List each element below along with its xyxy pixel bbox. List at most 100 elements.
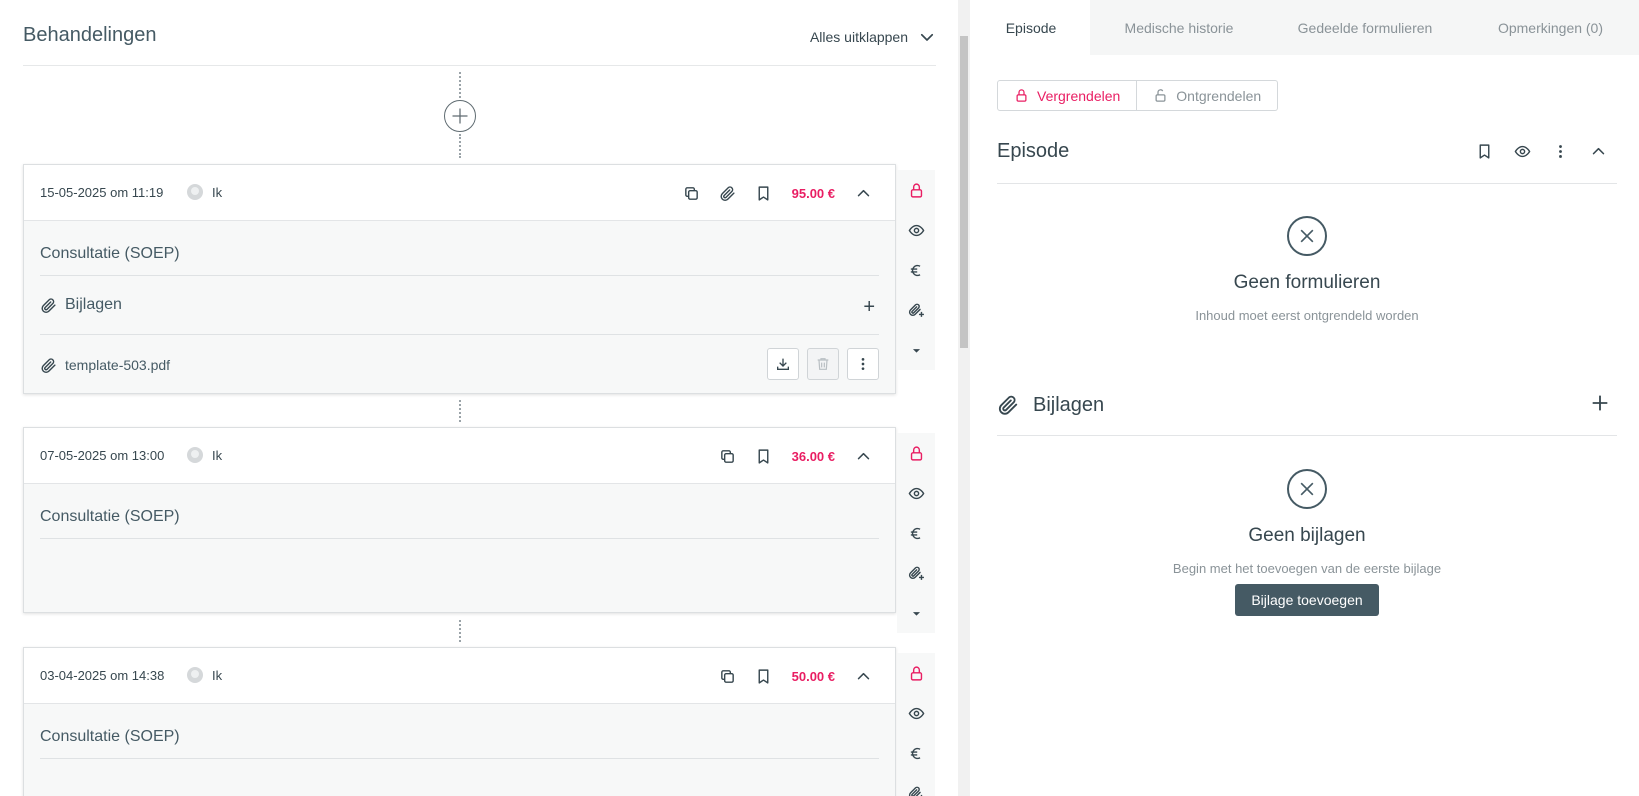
billing-button[interactable] — [897, 250, 935, 290]
treatment-date: 03-04-2025 om 14:38 — [40, 668, 165, 683]
treatment-user: Ik — [212, 185, 223, 200]
view-button[interactable] — [897, 210, 935, 250]
treatment-toolbar: 36.00 € — [710, 428, 881, 484]
timeline-connector — [459, 400, 461, 422]
eye-icon — [1514, 143, 1531, 160]
bookmark-button[interactable] — [1465, 134, 1503, 168]
form-title[interactable]: Consultatie (SOEP) — [40, 704, 879, 758]
attachments-row: Bijlagen + — [40, 276, 879, 334]
delete-button[interactable] — [807, 348, 839, 380]
dropdown-button[interactable] — [897, 330, 935, 370]
close-circle-icon — [1287, 216, 1327, 256]
download-icon — [775, 356, 791, 372]
attachment-filename[interactable]: template-503.pdf — [65, 357, 170, 373]
copy-button[interactable] — [710, 658, 746, 694]
dropdown-button[interactable] — [897, 593, 935, 633]
no-forms-title: Geen formulieren — [1233, 272, 1381, 293]
add-attachment-primary-button[interactable]: Bijlage toevoegen — [1235, 584, 1379, 616]
no-forms-subtitle: Inhoud moet eerst ontgrendeld worden — [1195, 308, 1419, 323]
more-options-button[interactable] — [1541, 134, 1579, 168]
more-options-button[interactable] — [847, 348, 879, 380]
treatment-side-rail — [897, 170, 935, 370]
no-attachments-state: Geen bijlagen Begin met het toevoegen va… — [997, 469, 1617, 616]
view-button[interactable] — [1503, 134, 1541, 168]
treatment-side-rail — [897, 433, 935, 633]
timeline-connector — [459, 72, 461, 98]
attachments-label: Bijlagen — [65, 296, 122, 313]
treatment-toolbar: 95.00 € — [674, 165, 881, 221]
form-section: Consultatie (SOEP) — [40, 704, 879, 759]
attach-button[interactable] — [710, 175, 746, 211]
add-treatment-button[interactable] — [444, 100, 476, 132]
attachments-header: Bijlagen — [997, 380, 1617, 436]
paperclip-icon — [40, 357, 57, 374]
lock-button[interactable] — [897, 170, 935, 210]
view-button[interactable] — [897, 693, 935, 733]
no-attachments-title: Geen bijlagen — [1248, 525, 1366, 546]
attachment-item: template-503.pdf — [40, 335, 879, 395]
lock-icon — [908, 665, 925, 682]
treatment-date: 15-05-2025 om 11:19 — [40, 185, 164, 200]
form-title[interactable]: Consultatie (SOEP) — [40, 484, 879, 538]
treatment-card-header[interactable]: 15-05-2025 om 11:19 Ik 95.00 € — [24, 165, 895, 221]
treatment-toolbar: 50.00 € — [710, 648, 881, 704]
billing-button[interactable] — [897, 733, 935, 773]
copy-icon — [719, 668, 736, 685]
view-button[interactable] — [897, 473, 935, 513]
lock-button[interactable] — [897, 433, 935, 473]
copy-button[interactable] — [710, 438, 746, 474]
attachments-section: Bijlagen + — [40, 276, 879, 335]
form-title[interactable]: Consultatie (SOEP) — [40, 221, 879, 275]
scrollbar-thumb[interactable] — [960, 36, 968, 348]
episode-panel: Episode Medische historie Gedeelde formu… — [972, 0, 1639, 796]
tab-episode[interactable]: Episode — [972, 0, 1090, 55]
treatment-price: 36.00 € — [791, 448, 835, 464]
lock-button[interactable]: Vergrendelen — [997, 80, 1138, 111]
billing-button[interactable] — [897, 513, 935, 553]
plus-icon — [450, 106, 470, 126]
treatment-side-rail — [897, 653, 935, 796]
treatment-card-header[interactable]: 03-04-2025 om 14:38 Ik 50.00 € — [24, 648, 895, 704]
eye-icon — [908, 485, 925, 502]
no-attachments-subtitle: Begin met het toevoegen van de eerste bi… — [1172, 561, 1442, 576]
more-vertical-icon — [855, 356, 871, 372]
treatment-card-header[interactable]: 07-05-2025 om 13:00 Ik 36.00 € — [24, 428, 895, 484]
eye-icon — [908, 222, 925, 239]
lock-label: Vergrendelen — [1037, 87, 1121, 104]
bookmark-button[interactable] — [746, 438, 782, 474]
add-attachment-rail-button[interactable] — [897, 553, 935, 593]
bookmark-button[interactable] — [746, 658, 782, 694]
paperclip-icon — [40, 297, 57, 314]
paperclip-icon — [719, 185, 736, 202]
treatment-user: Ik — [212, 668, 223, 683]
lock-icon — [1014, 88, 1029, 103]
add-attachment-rail-button[interactable] — [897, 290, 935, 330]
lock-button[interactable] — [897, 653, 935, 693]
add-attachment-button[interactable] — [1589, 392, 1611, 419]
unlock-icon — [1153, 88, 1168, 103]
chevron-down-icon — [918, 28, 936, 46]
tab-medische-historie[interactable]: Medische historie — [1090, 0, 1268, 55]
expand-all-button[interactable]: Alles uitklappen — [810, 28, 936, 46]
chevron-up-icon — [855, 668, 872, 685]
tab-gedeelde-formulieren[interactable]: Gedeelde formulieren — [1268, 0, 1462, 55]
copy-button[interactable] — [674, 175, 710, 211]
add-attachment-button[interactable]: + — [863, 296, 875, 319]
unlock-button[interactable]: Ontgrendelen — [1137, 80, 1279, 111]
unlock-label: Ontgrendelen — [1176, 87, 1262, 104]
caret-down-icon — [908, 342, 925, 359]
collapse-button[interactable] — [1579, 134, 1617, 168]
tab-bar: Episode Medische historie Gedeelde formu… — [972, 0, 1639, 55]
collapse-button[interactable] — [845, 658, 881, 694]
bookmark-button[interactable] — [746, 175, 782, 211]
timeline-connector — [459, 620, 461, 642]
download-button[interactable] — [767, 348, 799, 380]
bookmark-icon — [755, 448, 772, 465]
collapse-button[interactable] — [845, 175, 881, 211]
treatment-date: 07-05-2025 om 13:00 — [40, 448, 165, 463]
tab-opmerkingen[interactable]: Opmerkingen (0) — [1462, 0, 1639, 55]
add-attachment-rail-button[interactable] — [897, 773, 935, 796]
avatar — [187, 184, 203, 200]
collapse-button[interactable] — [845, 438, 881, 474]
timeline-connector — [459, 134, 461, 158]
